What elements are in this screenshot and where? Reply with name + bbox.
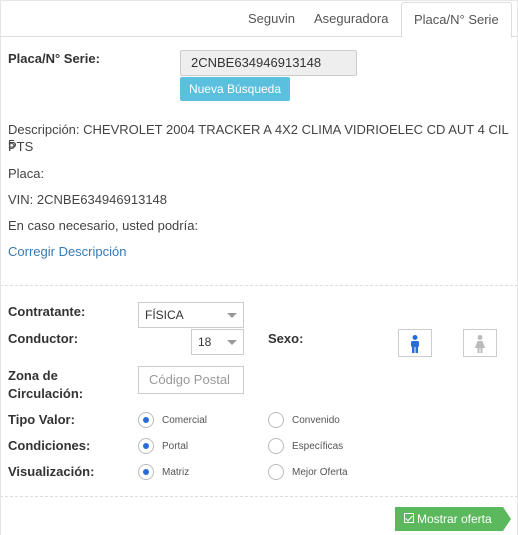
tipo-valor-label: Tipo Valor:	[8, 412, 75, 427]
conductor-select[interactable]: 18	[191, 329, 244, 355]
female-icon	[475, 335, 485, 353]
divider-top	[0, 285, 518, 286]
check-square-icon	[404, 513, 414, 523]
radio-comercial-label: Comercial	[162, 415, 208, 426]
sexo-label: Sexo:	[268, 331, 304, 346]
male-icon	[411, 335, 419, 353]
placa-serie-label: Placa/N° Serie:	[8, 51, 100, 66]
male-button[interactable]	[398, 329, 432, 357]
contratante-select[interactable]: FÍSICA	[138, 302, 244, 328]
codigo-postal-input[interactable]: Código Postal	[138, 366, 244, 394]
radio-comercial[interactable]	[138, 412, 154, 428]
note-text: En caso necesario, usted podría:	[8, 218, 199, 233]
radio-especificas-label: Específicas	[292, 441, 344, 452]
chevron-down-icon	[227, 340, 237, 345]
visualizacion-label: Visualización:	[8, 464, 95, 479]
tab-aseguradora[interactable]: Aseguradora	[302, 2, 400, 37]
conductor-label: Conductor:	[8, 331, 79, 346]
radio-convenido[interactable]	[268, 412, 284, 428]
radio-convenido-label: Convenido	[292, 415, 340, 426]
corregir-descripcion-link[interactable]: Corregir Descripción	[8, 244, 126, 259]
zona-label-line1: Zona de	[8, 368, 58, 383]
zona-label-line2: Circulación:	[8, 386, 84, 401]
divider-bottom	[0, 496, 518, 497]
placa-text: Placa:	[8, 166, 45, 181]
chevron-down-icon	[227, 313, 237, 318]
radio-matriz[interactable]	[138, 464, 154, 480]
radio-portal[interactable]	[138, 438, 154, 454]
radio-matriz-label: Matriz	[162, 467, 190, 478]
placa-serie-input[interactable]: 2CNBE634946913148	[180, 50, 357, 76]
radio-mejor-oferta[interactable]	[268, 464, 284, 480]
descripcion-text-line1: Descripción: CHEVROLET 2004 TRACKER A 4X…	[8, 122, 509, 152]
condiciones-label: Condiciones:	[8, 438, 91, 453]
mostrar-oferta-button[interactable]: Mostrar oferta	[395, 507, 511, 531]
radio-portal-label: Portal	[162, 441, 189, 452]
vin-text: VIN: 2CNBE634946913148	[8, 192, 168, 207]
conductor-value: 18	[198, 335, 212, 349]
female-button[interactable]	[463, 329, 497, 357]
tab-bar: Seguvin Aseguradora Placa/N° Serie	[0, 2, 518, 38]
tab-seguvin[interactable]: Seguvin	[236, 2, 307, 37]
nueva-busqueda-button[interactable]: Nueva Búsqueda	[180, 77, 290, 101]
radio-mejor-oferta-label: Mejor Oferta	[292, 467, 348, 478]
contratante-label: Contratante:	[8, 304, 86, 319]
mostrar-oferta-label: Mostrar oferta	[417, 512, 492, 526]
contratante-value: FÍSICA	[145, 308, 184, 322]
descripcion-text-line2: PTS	[8, 139, 34, 154]
radio-especificas[interactable]	[268, 438, 284, 454]
tab-placa-serie[interactable]: Placa/N° Serie	[401, 2, 512, 38]
